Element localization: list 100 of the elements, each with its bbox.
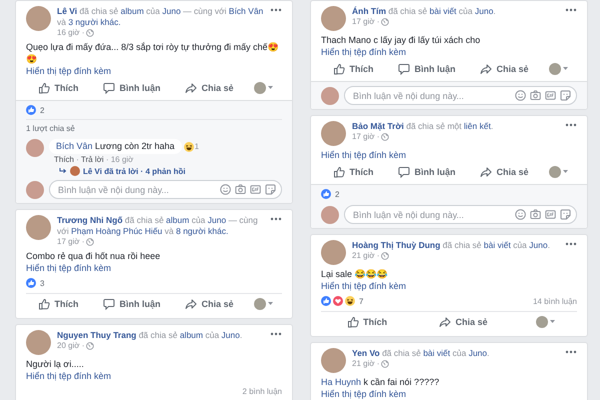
share-as-selector[interactable]: [254, 298, 274, 310]
more-options-icon[interactable]: [565, 242, 577, 246]
author-link[interactable]: Trương Nhi Ngố: [57, 215, 123, 225]
like-button[interactable]: Thích: [34, 297, 82, 311]
commenter-link[interactable]: Bích Vân: [56, 141, 93, 151]
text-link[interactable]: bài viết: [429, 6, 456, 16]
replies-link[interactable]: Lê Vi đã trả lời · 4 phản hồi: [83, 166, 186, 176]
like-button[interactable]: Thích: [343, 315, 392, 329]
author-link[interactable]: Hoàng Thị Thuỳ Dung: [352, 240, 440, 250]
avatar[interactable]: [321, 240, 346, 265]
sticker-icon[interactable]: [560, 209, 571, 220]
text-link[interactable]: Phạm Hoàng Phúc Hiếu: [71, 226, 162, 236]
text-link[interactable]: bài viết: [423, 348, 450, 358]
thumbs-up-icon[interactable]: [347, 316, 360, 328]
thumbs-up-icon[interactable]: [333, 63, 346, 75]
thumbs-up-icon[interactable]: [38, 82, 50, 94]
text-link[interactable]: album: [180, 330, 203, 340]
text-link[interactable]: Juno: [468, 348, 488, 358]
more-options-icon[interactable]: [270, 332, 282, 336]
speech-bubble-icon[interactable]: [103, 298, 116, 310]
comment-action-link[interactable]: Thích: [54, 155, 74, 164]
more-options-icon[interactable]: [565, 123, 577, 127]
reaction-count[interactable]: 2: [335, 190, 340, 198]
like-button[interactable]: Thích: [329, 165, 378, 179]
avatar[interactable]: [321, 121, 346, 146]
text-link[interactable]: Juno: [474, 6, 494, 16]
speech-bubble-icon[interactable]: [103, 82, 116, 94]
like-button[interactable]: Thích: [34, 81, 82, 95]
speech-bubble-icon[interactable]: [398, 166, 410, 178]
thumbs-up-icon[interactable]: [38, 298, 50, 310]
comment-field[interactable]: Bình luận về nội dung này...: [344, 86, 577, 105]
gif-icon[interactable]: [545, 90, 556, 101]
show-attachment-link[interactable]: Hiển thị tệp đính kèm: [321, 149, 406, 161]
text-link[interactable]: bài viết: [484, 240, 511, 250]
share-button[interactable]: Chia sẻ: [181, 297, 238, 311]
gif-icon[interactable]: [250, 184, 261, 195]
text-link[interactable]: 8 người khác.: [176, 226, 228, 236]
share-arrow-icon[interactable]: [185, 82, 198, 94]
share-as-selector[interactable]: [536, 316, 555, 328]
avatar[interactable]: [26, 330, 51, 355]
reaction-count[interactable]: 3: [40, 278, 44, 288]
smiley-icon[interactable]: [515, 209, 526, 220]
avatar[interactable]: [321, 348, 346, 373]
more-options-icon[interactable]: [270, 217, 282, 221]
share-arrow-icon[interactable]: [439, 316, 452, 328]
reaction-count[interactable]: 2: [40, 106, 44, 114]
show-attachment-link[interactable]: Hiển thị tệp đính kèm: [321, 280, 406, 292]
author-link[interactable]: Lê Vi: [57, 6, 78, 16]
avatar[interactable]: [26, 215, 51, 240]
share-as-selector[interactable]: [254, 82, 274, 94]
sticker-icon[interactable]: [265, 184, 276, 195]
comment-button[interactable]: Bình luận: [99, 81, 164, 95]
comment-input[interactable]: Bình luận về nội dung này...: [353, 210, 511, 220]
share-arrow-icon[interactable]: [185, 298, 198, 310]
share-count-link[interactable]: 1 lượt chia sẻ: [26, 119, 282, 135]
gif-icon[interactable]: [545, 209, 556, 220]
comment-input[interactable]: Bình luận về nội dung này...: [58, 184, 216, 194]
text-link[interactable]: 3 người khác.: [68, 17, 121, 27]
author-link[interactable]: Bảo Mặt Trời: [352, 121, 404, 131]
like-button[interactable]: Thích: [329, 62, 378, 76]
text-link[interactable]: album: [166, 215, 190, 225]
share-button[interactable]: Chia sẻ: [476, 165, 532, 179]
author-link[interactable]: Ánh Tím: [352, 6, 386, 16]
text-link[interactable]: Juno: [221, 330, 240, 340]
share-button[interactable]: Chia sẻ: [435, 315, 492, 329]
comment-button[interactable]: Bình luận: [99, 297, 164, 311]
show-attachment-link[interactable]: Hiển thị tệp đính kèm: [26, 370, 112, 382]
comment-button[interactable]: Bình luận: [394, 62, 460, 76]
speech-bubble-icon[interactable]: [398, 63, 410, 75]
comment-action-link[interactable]: Trả lời: [80, 155, 104, 164]
reaction-count[interactable]: 7: [359, 296, 364, 306]
text-link[interactable]: liên kết: [464, 121, 491, 131]
text-link[interactable]: Bích Vân: [228, 6, 264, 16]
avatar[interactable]: [321, 6, 346, 31]
smiley-icon[interactable]: [515, 90, 526, 101]
sticker-icon[interactable]: [560, 90, 571, 101]
share-as-selector[interactable]: [549, 166, 568, 178]
comment-field[interactable]: Bình luận về nội dung này...: [49, 180, 282, 199]
show-attachment-link[interactable]: Hiển thị tệp đính kèm: [26, 262, 112, 274]
share-button[interactable]: Chia sẻ: [181, 81, 238, 95]
author-link[interactable]: Yen Vo: [352, 348, 380, 358]
share-button[interactable]: Chia sẻ: [476, 62, 532, 76]
share-arrow-icon[interactable]: [480, 63, 492, 75]
share-arrow-icon[interactable]: [480, 166, 492, 178]
tagged-name-link[interactable]: Ha Huynh: [321, 377, 362, 387]
text-link[interactable]: Juno: [162, 6, 181, 16]
more-options-icon[interactable]: [270, 8, 282, 12]
more-options-icon[interactable]: [565, 350, 577, 354]
comment-button[interactable]: Bình luận: [394, 165, 460, 179]
avatar[interactable]: [26, 6, 51, 31]
camera-icon[interactable]: [530, 209, 541, 220]
more-options-icon[interactable]: [565, 8, 577, 12]
show-attachment-link[interactable]: Hiển thị tệp đính kèm: [26, 65, 112, 77]
show-attachment-link[interactable]: Hiển thị tệp đính kèm: [321, 46, 406, 58]
thumbs-up-icon[interactable]: [333, 166, 346, 178]
share-as-selector[interactable]: [549, 63, 568, 75]
text-link[interactable]: Juno: [208, 215, 226, 225]
camera-icon[interactable]: [235, 184, 246, 195]
comment-field[interactable]: Bình luận về nội dung này...: [344, 205, 577, 224]
text-link[interactable]: Juno: [529, 240, 548, 250]
